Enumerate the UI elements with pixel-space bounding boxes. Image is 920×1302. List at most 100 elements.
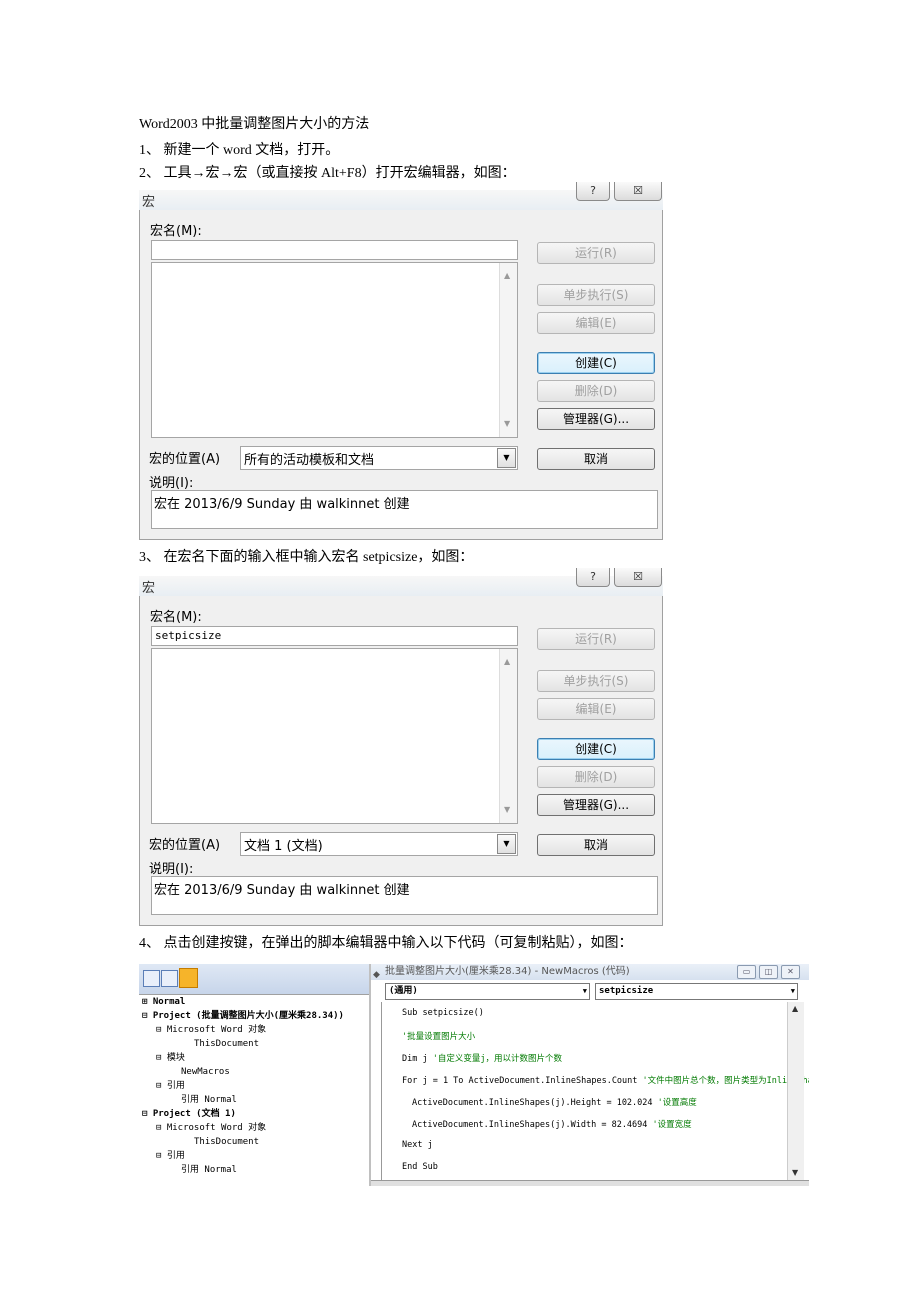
code-line: End Sub bbox=[402, 1162, 438, 1172]
run-button[interactable]: 运行(R) bbox=[537, 242, 655, 264]
code-window: ◆ 批量调整图片大小(厘米乘28.34) - NewMacros (代码) ▭ … bbox=[371, 964, 809, 1186]
tree-node-word-objects[interactable]: ⊟ Microsoft Word 对象 bbox=[156, 1024, 266, 1036]
tree-node-modules[interactable]: ⊟ 模块 bbox=[156, 1052, 185, 1064]
location-select[interactable]: 所有的活动模板和文档 ▼ bbox=[240, 446, 518, 470]
code-hscrollbar[interactable] bbox=[371, 1180, 809, 1186]
help-icon[interactable]: ? bbox=[576, 182, 610, 201]
macro-name-input[interactable] bbox=[151, 240, 518, 260]
tree-node-thisdocument[interactable]: ThisDocument bbox=[194, 1136, 259, 1148]
macro-list[interactable]: ▲ ▼ bbox=[151, 648, 518, 824]
close-icon[interactable]: ☒ bbox=[614, 568, 662, 587]
minimize-icon[interactable]: ▭ bbox=[737, 965, 756, 979]
organizer-button[interactable]: 管理器(G)... bbox=[537, 408, 655, 430]
organizer-button[interactable]: 管理器(G)... bbox=[537, 794, 655, 816]
code-text: For j = 1 To ActiveDocument.InlineShapes… bbox=[402, 1076, 643, 1086]
delete-button[interactable]: 删除(D) bbox=[537, 380, 655, 402]
location-select[interactable]: 文档 1 (文档) ▼ bbox=[240, 832, 518, 856]
step-4: 4、 点击创建按键，在弹出的脚本编辑器中输入以下代码（可复制粘贴），如图： bbox=[139, 936, 633, 951]
view-code-icon[interactable] bbox=[143, 970, 160, 987]
object-select[interactable]: (通用) ▼ bbox=[385, 983, 590, 1000]
code-comment: '自定义变量j，用以计数图片个数 bbox=[432, 1054, 562, 1064]
code-line: ActiveDocument.InlineShapes(j).Width = 8… bbox=[412, 1118, 692, 1130]
step-button[interactable]: 单步执行(S) bbox=[537, 670, 655, 692]
scroll-up-icon[interactable]: ▲ bbox=[792, 1004, 798, 1013]
location-value: 所有的活动模板和文档 bbox=[244, 453, 375, 468]
maximize-icon[interactable]: ◫ bbox=[759, 965, 778, 979]
view-object-icon[interactable] bbox=[161, 970, 178, 987]
step-3: 3、 在宏名下面的输入框中输入宏名 setpicsize，如图： bbox=[139, 550, 474, 565]
chevron-down-icon[interactable]: ▼ bbox=[497, 834, 516, 854]
code-text: End Sub bbox=[402, 1162, 438, 1172]
description-field[interactable]: 宏在 2013/6/9 Sunday 由 walkinnet 创建 bbox=[151, 876, 658, 915]
code-line: Sub setpicsize() bbox=[402, 1008, 484, 1018]
dialog-title: 宏 bbox=[142, 195, 156, 210]
scroll-down-icon[interactable]: ▼ bbox=[504, 419, 510, 428]
procedure-select[interactable]: setpicsize ▼ bbox=[595, 983, 798, 1000]
object-select-value: (通用) bbox=[389, 986, 418, 996]
dialog-titlebar: 宏 ? ☒ bbox=[139, 568, 663, 596]
tree-node-thisdocument[interactable]: ThisDocument bbox=[194, 1038, 259, 1050]
scroll-up-icon[interactable]: ▲ bbox=[504, 657, 510, 666]
code-line: For j = 1 To ActiveDocument.InlineShapes… bbox=[402, 1074, 809, 1086]
close-icon[interactable]: ✕ bbox=[781, 965, 800, 979]
location-value: 文档 1 (文档) bbox=[244, 839, 323, 854]
tree-node-ref-normal[interactable]: 引用 Normal bbox=[181, 1164, 237, 1176]
create-button[interactable]: 创建(C) bbox=[537, 738, 655, 760]
project-explorer: ⊞ Normal ⊟ Project (批量调整图片大小(厘米乘28.34)) … bbox=[139, 964, 371, 1186]
macro-list[interactable]: ▲ ▼ bbox=[151, 262, 518, 438]
list-scrollbar[interactable]: ▲ ▼ bbox=[499, 649, 517, 823]
step-button[interactable]: 单步执行(S) bbox=[537, 284, 655, 306]
macro-dialog-2: 宏 ? ☒ 宏名(M): setpicsize ▲ ▼ 宏的位置(A) 文档 1… bbox=[139, 568, 663, 926]
description-field[interactable]: 宏在 2013/6/9 Sunday 由 walkinnet 创建 bbox=[151, 490, 658, 529]
tree-node-references[interactable]: ⊟ 引用 bbox=[156, 1080, 185, 1092]
tree-node-project-2[interactable]: ⊟ Project (文档 1) bbox=[142, 1108, 236, 1120]
code-line: Next j bbox=[402, 1140, 433, 1150]
code-line: ActiveDocument.InlineShapes(j).Height = … bbox=[412, 1096, 697, 1108]
code-line: Dim j '自定义变量j，用以计数图片个数 bbox=[402, 1052, 562, 1064]
code-window-title: 批量调整图片大小(厘米乘28.34) - NewMacros (代码) bbox=[385, 966, 630, 977]
description-label: 说明(I): bbox=[149, 862, 194, 877]
step-2: 2、 工具→宏→宏（或直接按 Alt+F8）打开宏编辑器，如图： bbox=[139, 166, 516, 181]
scroll-down-icon[interactable]: ▼ bbox=[792, 1168, 798, 1177]
tree-node-ref-normal[interactable]: 引用 Normal bbox=[181, 1094, 237, 1106]
macro-dialog-1: 宏 ? ☒ 宏名(M): ▲ ▼ 宏的位置(A) 所有的活动模板和文档 ▼ 说明… bbox=[139, 182, 663, 540]
tree-node-references[interactable]: ⊟ 引用 bbox=[156, 1150, 185, 1162]
list-scrollbar[interactable]: ▲ ▼ bbox=[499, 263, 517, 437]
help-icon[interactable]: ? bbox=[576, 568, 610, 587]
code-scrollbar[interactable]: ▲ ▼ bbox=[787, 1002, 804, 1182]
doc-title: Word2003 中批量调整图片大小的方法 bbox=[139, 117, 370, 132]
tree-node-word-objects[interactable]: ⊟ Microsoft Word 对象 bbox=[156, 1122, 266, 1134]
description-value: 宏在 2013/6/9 Sunday 由 walkinnet 创建 bbox=[154, 883, 410, 898]
run-button[interactable]: 运行(R) bbox=[537, 628, 655, 650]
edit-button[interactable]: 编辑(E) bbox=[537, 312, 655, 334]
code-text: Sub setpicsize() bbox=[402, 1008, 484, 1018]
code-text: ActiveDocument.InlineShapes(j).Height = … bbox=[412, 1098, 658, 1108]
code-window-titlebar: ◆ 批量调整图片大小(厘米乘28.34) - NewMacros (代码) ▭ … bbox=[371, 964, 809, 980]
chevron-down-icon[interactable]: ▼ bbox=[791, 984, 795, 999]
chevron-down-icon[interactable]: ▼ bbox=[497, 448, 516, 468]
edit-button[interactable]: 编辑(E) bbox=[537, 698, 655, 720]
procedure-select-value: setpicsize bbox=[599, 986, 654, 996]
scroll-down-icon[interactable]: ▼ bbox=[504, 805, 510, 814]
location-label: 宏的位置(A) bbox=[149, 452, 221, 467]
tree-node-newmacros[interactable]: NewMacros bbox=[181, 1066, 230, 1078]
tree-node-normal[interactable]: ⊞ Normal bbox=[142, 996, 185, 1008]
chevron-down-icon[interactable]: ▼ bbox=[583, 984, 587, 999]
close-icon[interactable]: ☒ bbox=[614, 182, 662, 201]
create-button[interactable]: 创建(C) bbox=[537, 352, 655, 374]
code-text: ActiveDocument.InlineShapes(j).Width = 8… bbox=[412, 1120, 653, 1130]
tree-node-project-1[interactable]: ⊟ Project (批量调整图片大小(厘米乘28.34)) bbox=[142, 1010, 344, 1022]
location-label: 宏的位置(A) bbox=[149, 838, 221, 853]
code-editor[interactable]: Sub setpicsize() '批量设置图片大小 Dim j '自定义变量j… bbox=[381, 1002, 809, 1182]
vba-editor: ⊞ Normal ⊟ Project (批量调整图片大小(厘米乘28.34)) … bbox=[139, 964, 809, 1186]
code-line: '批量设置图片大小 bbox=[402, 1030, 475, 1042]
cancel-button[interactable]: 取消 bbox=[537, 834, 655, 856]
code-text: Dim j bbox=[402, 1054, 433, 1064]
macro-name-label: 宏名(M): bbox=[150, 610, 202, 625]
macro-name-input[interactable]: setpicsize bbox=[151, 626, 518, 646]
cancel-button[interactable]: 取消 bbox=[537, 448, 655, 470]
delete-button[interactable]: 删除(D) bbox=[537, 766, 655, 788]
toggle-folders-icon[interactable] bbox=[179, 968, 198, 988]
scroll-up-icon[interactable]: ▲ bbox=[504, 271, 510, 280]
dialog-body: 宏名(M): setpicsize ▲ ▼ 宏的位置(A) 文档 1 (文档) … bbox=[139, 596, 663, 926]
